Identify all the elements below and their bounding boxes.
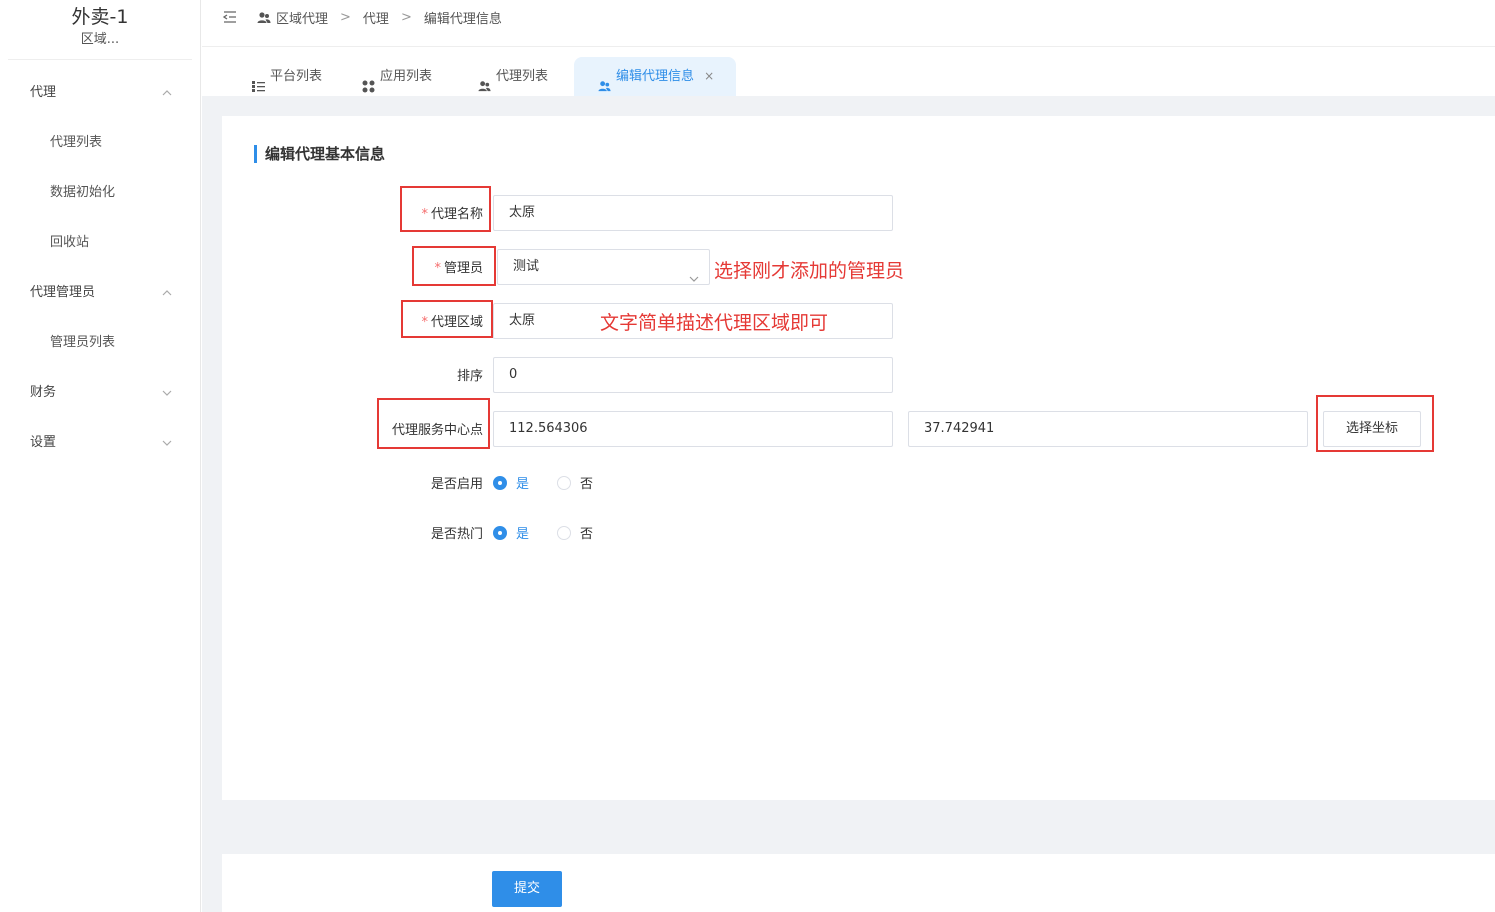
chevron-down-icon	[162, 418, 172, 468]
close-icon[interactable]: ×	[704, 57, 714, 96]
sidebar-item-data-init[interactable]: 数据初始化	[0, 168, 200, 218]
users-icon	[598, 70, 611, 92]
enabled-radio-group: 是 否	[493, 473, 593, 492]
manager-label-text: 管理员	[443, 261, 483, 276]
tab-bar: 平台列表 应用列表 代理列表 编辑代理信息 ×	[202, 57, 1495, 96]
sidebar-item-settings[interactable]: 设置	[0, 418, 200, 468]
section-title: 编辑代理基本信息	[254, 145, 385, 163]
radio-label: 是	[516, 477, 530, 492]
hot-no-radio[interactable]: 否	[557, 523, 593, 542]
chevron-down-icon	[689, 262, 699, 296]
breadcrumb: 区域代理 > 代理 > 编辑代理信息	[257, 8, 502, 27]
latitude-input[interactable]: 37.742941	[908, 411, 1308, 447]
sidebar-item-recycle-bin[interactable]: 回收站	[0, 218, 200, 268]
sidebar-item-label: 代理	[30, 85, 57, 100]
grid-icon	[362, 70, 375, 93]
tab-app-list[interactable]: 应用列表	[342, 57, 452, 96]
footer-card	[222, 854, 1495, 912]
sidebar-item-label: 代理列表	[50, 135, 103, 150]
tab-label: 代理列表	[496, 69, 549, 84]
radio-label: 否	[580, 477, 594, 492]
header: 区域代理 > 代理 > 编辑代理信息	[202, 0, 1495, 47]
sidebar-item-label: 管理员列表	[50, 335, 116, 350]
hot-label: 是否热门	[430, 527, 483, 542]
list-icon	[252, 70, 265, 92]
sidebar-item-admin-list[interactable]: 管理员列表	[0, 318, 200, 368]
sidebar-item-agent-admin[interactable]: 代理管理员	[0, 268, 200, 318]
manager-annotation: 选择刚才添加的管理员	[714, 260, 905, 282]
tab-label: 平台列表	[270, 69, 323, 84]
users-icon	[478, 70, 491, 92]
sidebar-item-label: 数据初始化	[50, 185, 116, 200]
brand: 外卖-1 区域...	[8, 0, 192, 60]
radio-dot	[493, 475, 507, 490]
sort-label: 排序	[456, 369, 483, 384]
sidebar-item-label: 回收站	[50, 235, 90, 250]
tab-label: 应用列表	[380, 69, 433, 84]
agent-name-label: * 代理名称	[363, 203, 483, 222]
breadcrumb-separator: >	[340, 10, 351, 25]
tab-platform-list[interactable]: 平台列表	[232, 57, 342, 96]
radio-label: 是	[516, 527, 530, 542]
hot-radio-group: 是 否	[493, 523, 593, 542]
radio-dot	[557, 475, 572, 490]
sidebar-item-label: 设置	[30, 435, 57, 450]
breadcrumb-separator: >	[400, 10, 412, 25]
required-mark: *	[421, 315, 428, 330]
sidebar: 外卖-1 区域... 代理 代理列表 数据初始化 回收站 代理管理员 管理员列表…	[0, 0, 201, 912]
radio-label: 否	[580, 527, 594, 542]
users-icon	[257, 11, 271, 25]
required-mark: *	[434, 261, 441, 276]
pick-coordinate-button[interactable]: 选择坐标	[1323, 411, 1421, 447]
breadcrumb-item[interactable]: 区域代理	[276, 8, 328, 27]
app-title: 外卖-1	[71, 6, 129, 28]
hot-yes-radio[interactable]: 是	[493, 523, 529, 542]
sort-input[interactable]: 0	[493, 357, 893, 393]
chevron-up-icon	[162, 268, 172, 318]
region-annotation: 文字简单描述代理区域即可	[600, 312, 829, 334]
manager-select-value: 测试	[513, 259, 540, 274]
radio-dot	[493, 525, 507, 540]
enabled-label: 是否启用	[430, 477, 483, 492]
submit-button[interactable]: 提交	[492, 871, 562, 907]
breadcrumb-item[interactable]: 代理	[363, 8, 389, 27]
sidebar-item-label: 代理管理员	[30, 285, 96, 300]
manager-select[interactable]: 测试	[497, 249, 710, 285]
agent-name-input[interactable]: 太原	[493, 195, 893, 231]
app-subtitle: 区域...	[80, 32, 120, 47]
required-mark: *	[421, 207, 428, 222]
enabled-yes-radio[interactable]: 是	[493, 473, 529, 492]
radio-dot	[557, 525, 572, 540]
breadcrumb-item-current: 编辑代理信息	[423, 12, 502, 27]
sidebar-menu: 代理 代理列表 数据初始化 回收站 代理管理员 管理员列表 财务 设置	[0, 68, 200, 468]
region-label: * 代理区域	[363, 311, 483, 330]
fold-menu-icon[interactable]	[222, 9, 238, 25]
tab-label: 编辑代理信息	[616, 69, 695, 84]
tab-agent-list[interactable]: 代理列表	[452, 57, 568, 96]
sidebar-item-agent[interactable]: 代理	[0, 68, 200, 118]
enabled-no-radio[interactable]: 否	[557, 473, 593, 492]
sidebar-item-finance[interactable]: 财务	[0, 368, 200, 418]
chevron-up-icon	[162, 68, 172, 118]
longitude-input[interactable]: 112.564306	[493, 411, 893, 447]
tab-edit-agent[interactable]: 编辑代理信息 ×	[574, 57, 737, 96]
agent-name-label-text: 代理名称	[430, 207, 483, 222]
sidebar-item-agent-list[interactable]: 代理列表	[0, 118, 200, 168]
chevron-down-icon	[162, 368, 172, 418]
manager-label: * 管理员	[363, 257, 483, 276]
region-label-text: 代理区域	[430, 315, 483, 330]
sidebar-item-label: 财务	[30, 385, 57, 400]
center-label: 代理服务中心点	[391, 423, 483, 438]
